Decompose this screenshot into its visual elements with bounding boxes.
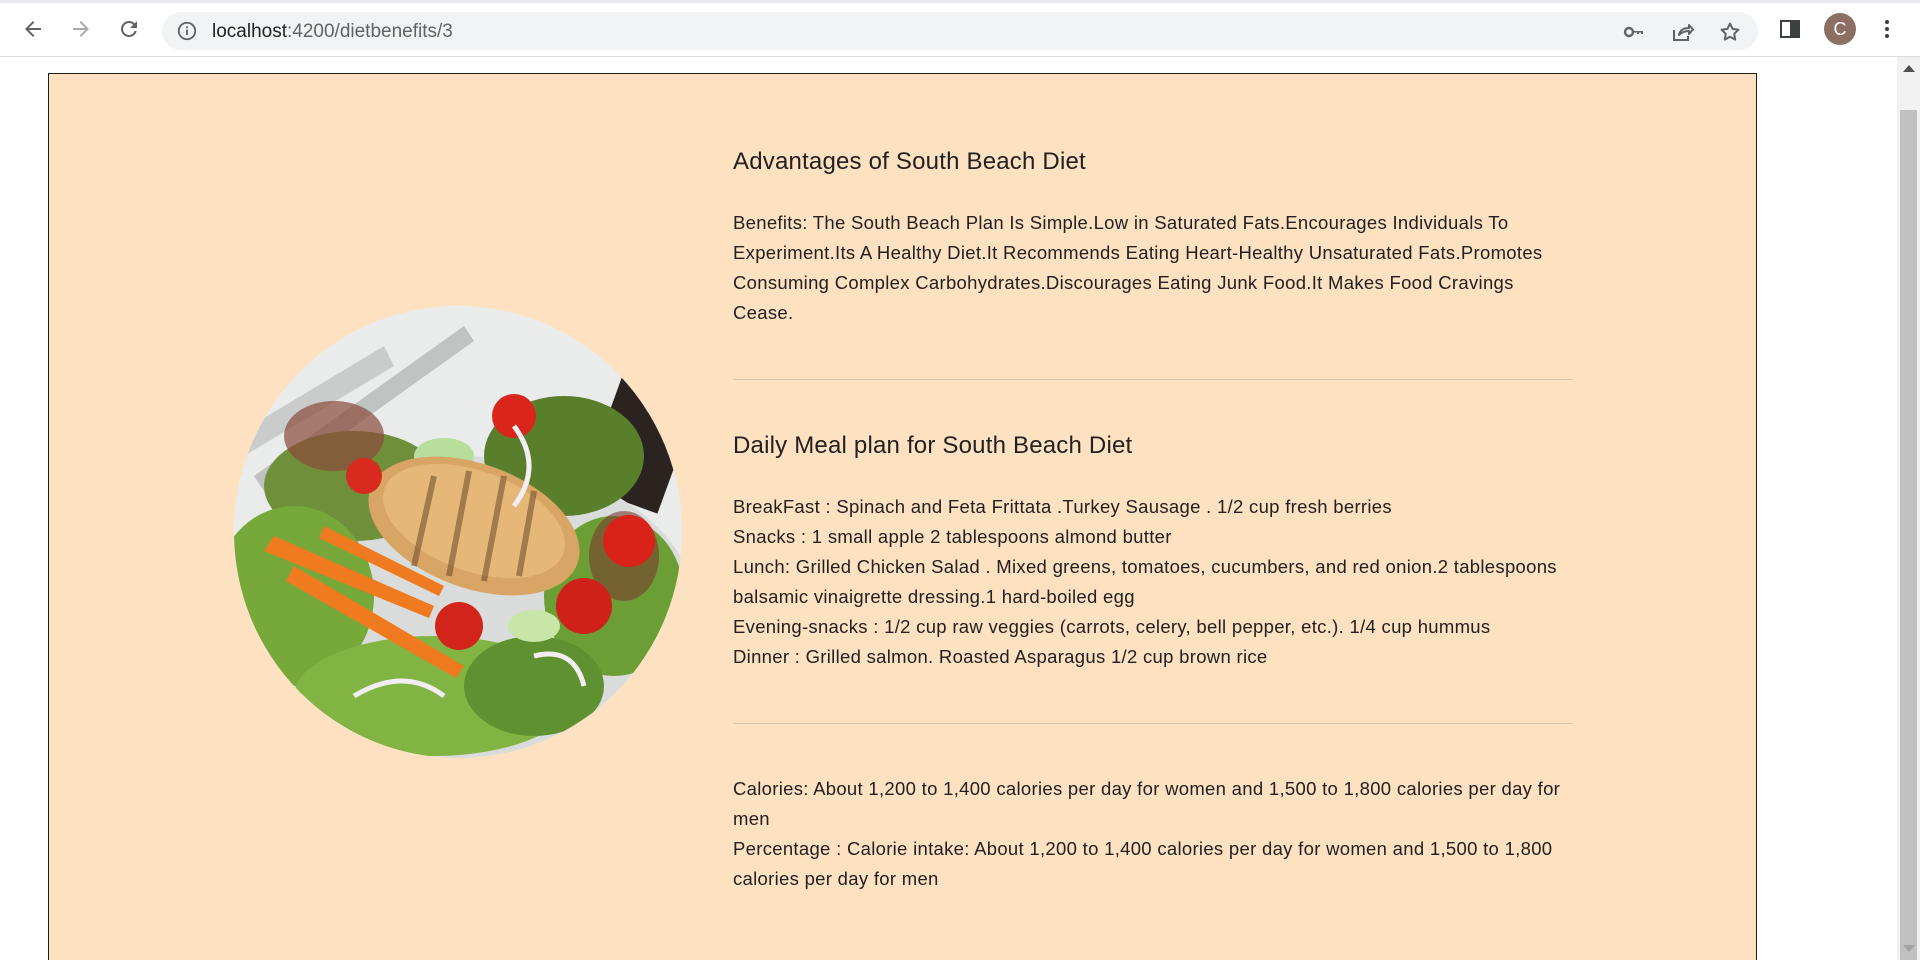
meal-plan-title: Daily Meal plan for South Beach Diet: [733, 432, 1133, 459]
url-text[interactable]: localhost:4200/dietbenefits/3: [212, 21, 453, 43]
side-panel-button[interactable]: [1773, 12, 1807, 46]
scrollbar-thumb[interactable]: [1900, 110, 1917, 960]
profile-initial: C: [1833, 18, 1847, 39]
page-viewport: Advantages of South Beach Diet Benefits:…: [0, 57, 1897, 960]
meal-evening-snacks: Evening-snacks : 1/2 cup raw veggies (ca…: [733, 616, 1491, 637]
address-bar[interactable]: localhost:4200/dietbenefits/3: [162, 12, 1758, 50]
reload-button[interactable]: [112, 12, 146, 46]
reload-icon: [120, 20, 137, 37]
back-button[interactable]: [16, 12, 50, 46]
percentage-text: Percentage : Calorie intake: About 1,200…: [733, 838, 1553, 889]
share-icon[interactable]: [1670, 20, 1694, 44]
calories-text: Calories: About 1,200 to 1,400 calories …: [733, 778, 1561, 829]
advantages-text: Benefits: The South Beach Plan Is Simple…: [733, 212, 1543, 323]
url-path: :4200/dietbenefits/3: [287, 21, 453, 42]
diet-benefits-card: Advantages of South Beach Diet Benefits:…: [48, 73, 1757, 960]
key-icon[interactable]: [1622, 20, 1646, 44]
scroll-up-arrow-icon[interactable]: [1903, 65, 1915, 72]
profile-avatar[interactable]: C: [1824, 13, 1856, 45]
forward-arrow-icon: [73, 21, 89, 37]
back-arrow-icon: [25, 21, 41, 37]
meal-dinner: Dinner : Grilled salmon. Roasted Asparag…: [733, 646, 1268, 667]
advantages-title: Advantages of South Beach Diet: [733, 148, 1086, 175]
chrome-menu-button[interactable]: [1870, 12, 1904, 46]
side-panel-icon: [1780, 20, 1800, 38]
meal-lunch: Lunch: Grilled Chicken Salad . Mixed gre…: [733, 556, 1557, 607]
page-scrollbar[interactable]: [1897, 57, 1920, 960]
tab-strip-edge: [0, 0, 1920, 3]
kebab-menu-icon: [1885, 20, 1889, 38]
salad-image: [234, 306, 682, 758]
star-icon[interactable]: [1718, 20, 1742, 44]
meal-breakfast: BreakFast : Spinach and Feta Frittata .T…: [733, 496, 1392, 517]
scroll-down-arrow-icon[interactable]: [1903, 945, 1915, 952]
meal-snacks: Snacks : 1 small apple 2 tablespoons alm…: [733, 526, 1172, 547]
browser-toolbar: localhost:4200/dietbenefits/3 C: [0, 0, 1920, 57]
forward-button[interactable]: [64, 12, 98, 46]
benefits-content: Advantages of South Beach Diet Benefits:…: [733, 146, 1573, 894]
url-host: localhost: [212, 21, 287, 42]
info-icon[interactable]: [176, 20, 198, 42]
